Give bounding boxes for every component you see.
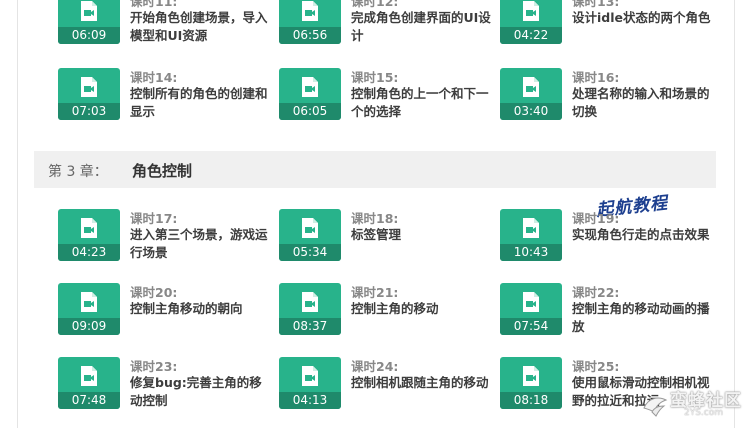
lesson-title[interactable]: 控制主角的移动动画的播放 bbox=[572, 300, 712, 336]
video-file-icon bbox=[81, 218, 97, 238]
lesson-title[interactable]: 完成角色创建界面的UI设计 bbox=[351, 9, 491, 45]
lesson-number: 课时24: bbox=[351, 359, 399, 374]
lesson-number: 课时21: bbox=[351, 285, 399, 300]
lesson-number: 课时20: bbox=[130, 285, 178, 300]
lesson-title[interactable]: 修复bug:完善主角的移动控制 bbox=[130, 374, 270, 410]
chapter-title: 角色控制 bbox=[132, 162, 193, 180]
video-thumbnail[interactable]: 09:09 bbox=[58, 283, 120, 335]
video-duration: 07:54 bbox=[500, 318, 562, 335]
lesson-item[interactable]: 04:23 课时17: 进入第三个场景，游戏运行场景 bbox=[58, 209, 268, 269]
video-duration: 04:23 bbox=[58, 244, 120, 261]
video-thumbnail[interactable]: 03:40 bbox=[500, 68, 562, 120]
lesson-title[interactable]: 控制所有的角色的创建和显示 bbox=[130, 85, 270, 121]
lesson-title[interactable]: 处理名称的输入和场景的切换 bbox=[572, 85, 712, 121]
site-watermark-domain: 2YS.com bbox=[684, 408, 724, 418]
video-file-icon bbox=[81, 292, 97, 312]
lesson-number: 课时15: bbox=[351, 70, 399, 85]
lesson-title[interactable]: 控制角色的上一个和下一个的选择 bbox=[351, 85, 491, 121]
video-duration: 08:18 bbox=[500, 392, 562, 409]
video-thumbnail[interactable]: 07:48 bbox=[58, 357, 120, 409]
video-duration: 03:40 bbox=[500, 103, 562, 120]
lesson-item[interactable]: 07:54 课时22: 控制主角的移动动画的播放 bbox=[500, 283, 710, 343]
lesson-item[interactable]: 06:56 课时12: 完成角色创建界面的UI设计 bbox=[279, 0, 491, 52]
lesson-number: 课时25: bbox=[572, 359, 620, 374]
video-thumbnail[interactable]: 06:56 bbox=[279, 0, 341, 44]
lesson-title[interactable]: 控制相机跟随主角的移动 bbox=[351, 374, 491, 392]
lesson-title[interactable]: 开始角色创建场景，导入模型和UI资源 bbox=[130, 9, 270, 45]
video-file-icon bbox=[523, 1, 539, 21]
lesson-number: 课时19: bbox=[572, 211, 620, 226]
video-file-icon bbox=[523, 366, 539, 386]
video-duration: 05:34 bbox=[279, 244, 341, 261]
lesson-title[interactable]: 实现角色行走的点击效果 bbox=[572, 226, 712, 244]
video-thumbnail[interactable]: 06:09 bbox=[58, 0, 120, 44]
video-file-icon bbox=[302, 366, 318, 386]
video-thumbnail[interactable]: 04:22 bbox=[500, 0, 562, 44]
video-duration: 04:13 bbox=[279, 392, 341, 409]
lesson-item[interactable]: 03:40 课时16: 处理名称的输入和场景的切换 bbox=[500, 68, 710, 128]
video-file-icon bbox=[302, 218, 318, 238]
lesson-item[interactable]: 06:05 课时15: 控制角色的上一个和下一个的选择 bbox=[279, 68, 489, 128]
video-file-icon bbox=[81, 366, 97, 386]
video-duration: 07:03 bbox=[58, 103, 120, 120]
site-watermark: 蛮蜂社区 2YS.com bbox=[640, 384, 750, 428]
lesson-item[interactable]: 07:48 课时23: 修复bug:完善主角的移动控制 bbox=[58, 357, 268, 417]
bee-logo-icon bbox=[643, 397, 668, 417]
video-thumbnail[interactable]: 08:37 bbox=[279, 283, 341, 335]
video-thumbnail[interactable]: 08:18 bbox=[500, 357, 562, 409]
video-duration: 07:48 bbox=[58, 392, 120, 409]
video-file-icon bbox=[302, 1, 318, 21]
video-duration: 09:09 bbox=[58, 318, 120, 335]
chapter-header: 第 3 章： 角色控制 bbox=[34, 151, 716, 188]
lesson-item[interactable]: 06:09 课时11: 开始角色创建场景，导入模型和UI资源 bbox=[58, 0, 268, 52]
video-duration: 06:56 bbox=[279, 27, 341, 44]
lesson-title[interactable]: 控制主角移动的朝向 bbox=[130, 300, 270, 318]
video-thumbnail[interactable]: 07:54 bbox=[500, 283, 562, 335]
lesson-title[interactable]: 控制主角的移动 bbox=[351, 300, 491, 318]
video-file-icon bbox=[523, 77, 539, 97]
lesson-item[interactable]: 04:13 课时24: 控制相机跟随主角的移动 bbox=[279, 357, 489, 417]
video-thumbnail[interactable]: 05:34 bbox=[279, 209, 341, 261]
video-file-icon bbox=[302, 77, 318, 97]
video-file-icon bbox=[302, 292, 318, 312]
lesson-item[interactable]: 07:03 课时14: 控制所有的角色的创建和显示 bbox=[58, 68, 268, 128]
lesson-number: 课时17: bbox=[130, 211, 178, 226]
video-thumbnail[interactable]: 04:23 bbox=[58, 209, 120, 261]
lesson-number: 课时22: bbox=[572, 285, 620, 300]
video-duration: 10:43 bbox=[500, 244, 562, 261]
lesson-item[interactable]: 05:34 课时18: 标签管理 bbox=[279, 209, 489, 269]
video-file-icon bbox=[81, 1, 97, 21]
lesson-title[interactable]: 标签管理 bbox=[351, 226, 491, 244]
lesson-title[interactable]: 设计idle状态的两个角色 bbox=[572, 9, 712, 27]
video-file-icon bbox=[523, 292, 539, 312]
video-thumbnail[interactable]: 06:05 bbox=[279, 68, 341, 120]
lesson-number: 课时23: bbox=[130, 359, 178, 374]
chapter-label: 第 3 章： bbox=[48, 164, 108, 180]
video-duration: 08:37 bbox=[279, 318, 341, 335]
video-duration: 06:09 bbox=[58, 27, 120, 44]
lesson-item[interactable]: 09:09 课时20: 控制主角移动的朝向 bbox=[58, 283, 268, 343]
video-thumbnail[interactable]: 10:43 bbox=[500, 209, 562, 261]
lesson-item[interactable]: 04:22 课时13: 设计idle状态的两个角色 bbox=[500, 0, 712, 52]
lesson-number: 课时16: bbox=[572, 70, 620, 85]
video-thumbnail[interactable]: 04:13 bbox=[279, 357, 341, 409]
lesson-number: 课时18: bbox=[351, 211, 399, 226]
video-duration: 04:22 bbox=[500, 27, 562, 44]
video-duration: 06:05 bbox=[279, 103, 341, 120]
video-file-icon bbox=[523, 218, 539, 238]
video-thumbnail[interactable]: 07:03 bbox=[58, 68, 120, 120]
lesson-item[interactable]: 08:37 课时21: 控制主角的移动 bbox=[279, 283, 489, 343]
video-file-icon bbox=[81, 77, 97, 97]
lesson-item[interactable]: 10:43 课时19: 实现角色行走的点击效果 bbox=[500, 209, 710, 269]
lesson-number: 课时14: bbox=[130, 70, 178, 85]
lesson-title[interactable]: 进入第三个场景，游戏运行场景 bbox=[130, 226, 270, 262]
